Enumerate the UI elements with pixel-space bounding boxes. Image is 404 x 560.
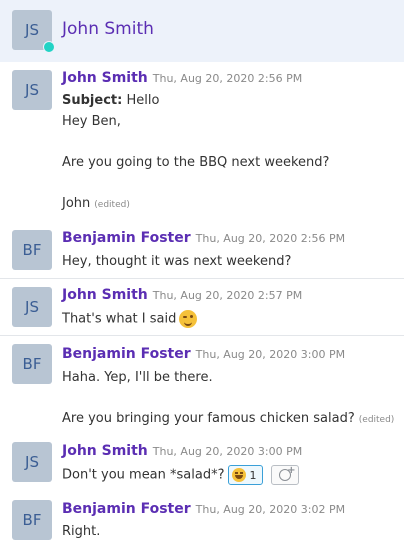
message-author[interactable]: John Smith [62,287,148,303]
message-text: John [62,196,91,211]
message: BF Benjamin Foster Thu, Aug 20, 2020 3:00… [0,336,404,436]
laughing-face-icon [231,468,246,482]
message-text: Haha. Yep, I'll be there. [62,370,213,385]
conversation-title[interactable]: John Smith [62,19,154,39]
subject-text: Hello [126,93,160,108]
message-text: Are you going to the BBQ next weekend? [62,155,330,170]
reaction-count: 1 [249,468,257,482]
message: JS John Smith Thu, Aug 20, 2020 2:56 PM S… [0,62,404,222]
message-author[interactable]: Benjamin Foster [62,501,191,517]
message-timestamp: Thu, Aug 20, 2020 3:00 PM [152,445,303,458]
message-author[interactable]: John Smith [62,443,148,459]
avatar[interactable]: BF [12,500,52,540]
avatar[interactable]: BF [12,230,52,270]
message-timestamp: Thu, Aug 20, 2020 2:56 PM [195,232,346,245]
winking-face-icon [179,310,198,328]
message-text: Hey Ben, [62,114,121,129]
avatar[interactable]: BF [12,344,52,384]
message-text: Hey, thought it was next weekend? [62,254,292,269]
message-text: Are you bringing your famous chicken sal… [62,411,355,426]
reaction-chip[interactable]: 1 [227,465,263,485]
message-text: That's what I said [62,311,177,327]
avatar[interactable]: JS [12,442,52,482]
message-timestamp: Thu, Aug 20, 2020 2:57 PM [152,289,303,302]
add-reaction-button[interactable]: + [270,465,299,485]
subject-label: Subject: [62,93,123,108]
edited-label: (edited) [358,415,395,425]
online-status-icon [43,41,55,53]
message: BF Benjamin Foster Thu, Aug 20, 2020 2:56… [0,222,404,278]
conversation-header: JS John Smith [0,0,404,62]
message: JS John Smith Thu, Aug 20, 2020 3:00 PM D… [0,436,404,494]
avatar[interactable]: JS [12,70,52,110]
message-timestamp: Thu, Aug 20, 2020 3:00 PM [195,348,346,361]
avatar[interactable]: JS [12,287,52,327]
message-text: Right. [62,524,101,539]
message-author[interactable]: Benjamin Foster [62,230,191,246]
message: BF Benjamin Foster Thu, Aug 20, 2020 3:02… [0,494,404,560]
message-timestamp: Thu, Aug 20, 2020 3:02 PM [195,503,346,516]
message-text: Don't you mean *salad*? [62,467,225,483]
message-author[interactable]: Benjamin Foster [62,346,191,362]
message: JS John Smith Thu, Aug 20, 2020 2:57 PM T… [0,279,404,335]
message-timestamp: Thu, Aug 20, 2020 2:56 PM [152,72,303,85]
message-author[interactable]: John Smith [62,70,148,86]
edited-label: (edited) [94,200,130,210]
